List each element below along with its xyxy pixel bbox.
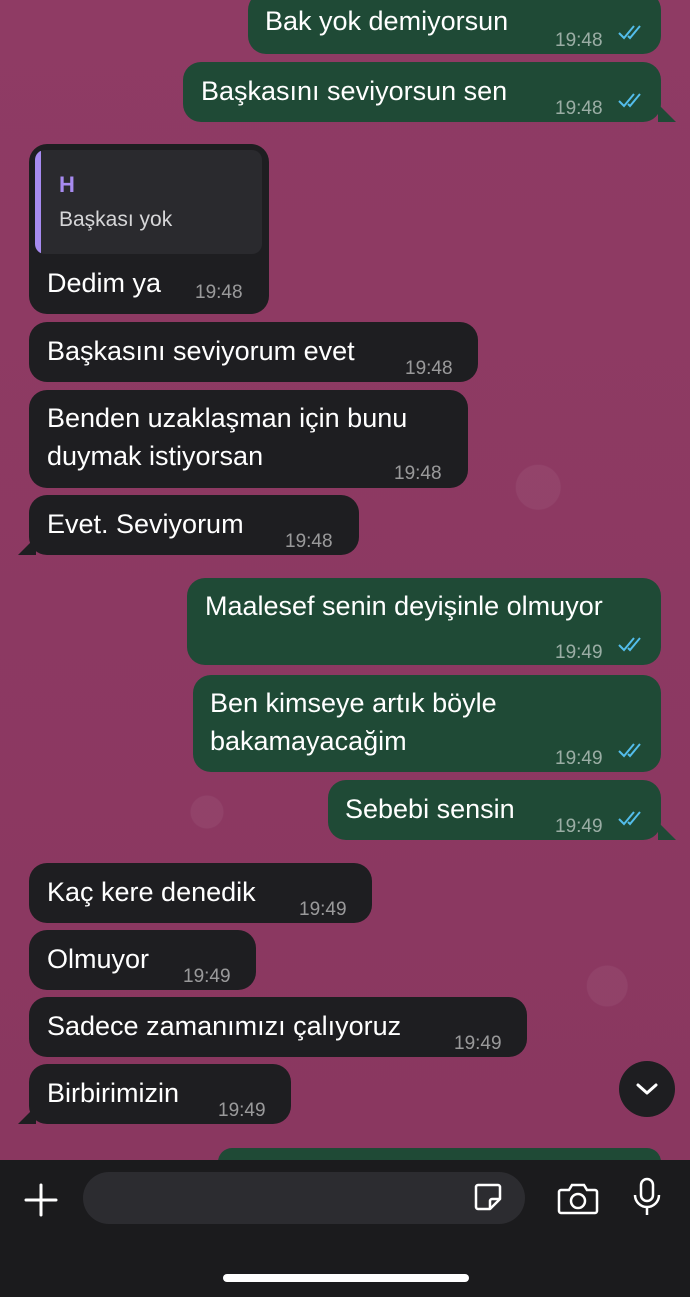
message-text-line: bakamayacağim <box>210 726 407 756</box>
message-text-line: Benden uzaklaşman için bunu <box>47 403 408 433</box>
microphone-icon[interactable] <box>631 1176 663 1218</box>
message-time: 19:49 <box>183 966 231 987</box>
quote-sender: H <box>59 172 75 197</box>
quoted-message[interactable]: H Başkası yok <box>35 150 262 254</box>
message-text: Evet. Seviyorum <box>47 509 244 539</box>
message-outgoing[interactable]: Bak yok demiyorsun 19:48 <box>248 0 661 54</box>
message-incoming[interactable]: Benden uzaklaşman için bunu duymak istiy… <box>29 390 468 488</box>
message-time: 19:49 <box>454 1033 502 1054</box>
message-time: 19:48 <box>405 358 453 379</box>
double-check-icon <box>618 93 641 108</box>
camera-icon[interactable] <box>557 1180 599 1216</box>
message-time: 19:48 <box>555 98 603 119</box>
message-time: 19:49 <box>218 1100 266 1121</box>
message-input[interactable] <box>83 1172 525 1224</box>
message-incoming[interactable]: Sadece zamanımızı çalıyoruz 19:49 <box>29 997 527 1057</box>
quote-accent-bar <box>35 150 41 254</box>
message-text: Dedim ya <box>47 268 162 298</box>
message-text: Kaç kere denedik <box>47 877 256 907</box>
message-text: Olmuyor <box>47 944 150 974</box>
message-incoming[interactable]: Evet. Seviyorum 19:48 <box>29 495 359 555</box>
message-time: 19:48 <box>285 531 333 552</box>
message-text: Bak yok demiyorsun <box>265 6 509 36</box>
quote-text: Başkası yok <box>59 208 173 231</box>
message-incoming[interactable]: Olmuyor 19:49 <box>29 930 256 990</box>
message-text: Başkasını seviyorsun sen <box>201 76 508 106</box>
sticker-icon[interactable] <box>472 1181 504 1213</box>
message-time: 19:48 <box>555 30 603 51</box>
message-text: Sebebi sensin <box>345 794 515 824</box>
message-time: 19:48 <box>394 463 442 484</box>
chevron-down-icon <box>636 1083 658 1095</box>
message-incoming[interactable]: Birbirimizin 19:49 <box>29 1064 291 1124</box>
message-incoming[interactable]: Başkasını seviyorum evet 19:48 <box>29 322 478 382</box>
message-time: 19:49 <box>555 816 603 837</box>
message-text-line: Ben kimseye artık böyle <box>210 688 497 718</box>
scroll-to-bottom-button[interactable] <box>619 1061 675 1117</box>
message-time: 19:49 <box>555 642 603 663</box>
message-outgoing[interactable]: Maalesef senin deyişinle olmuyor 19:49 <box>187 578 661 665</box>
message-time: 19:48 <box>195 282 243 303</box>
message-text: Sadece zamanımızı çalıyoruz <box>47 1011 402 1041</box>
message-text-line: duymak istiyorsan <box>47 441 264 471</box>
message-text: Maalesef senin deyişinle olmuyor <box>205 591 603 621</box>
double-check-icon <box>618 637 641 652</box>
message-text: Başkasını seviyorum evet <box>47 336 355 366</box>
double-check-icon <box>618 25 641 40</box>
message-text: Birbirimizin <box>47 1078 180 1108</box>
message-time: 19:49 <box>299 899 347 920</box>
plus-icon[interactable] <box>23 1182 59 1218</box>
message-incoming[interactable]: Kaç kere denedik 19:49 <box>29 863 372 923</box>
message-outgoing[interactable]: Başkasını seviyorsun sen 19:48 <box>183 62 661 122</box>
message-outgoing[interactable]: Sebebi sensin 19:49 <box>328 780 661 840</box>
double-check-icon <box>618 811 641 826</box>
message-outgoing[interactable]: Ben kimseye artık böyle bakamayacağim 19… <box>193 675 661 772</box>
double-check-icon <box>618 743 641 758</box>
message-time: 19:49 <box>555 748 603 769</box>
home-indicator <box>223 1274 469 1282</box>
